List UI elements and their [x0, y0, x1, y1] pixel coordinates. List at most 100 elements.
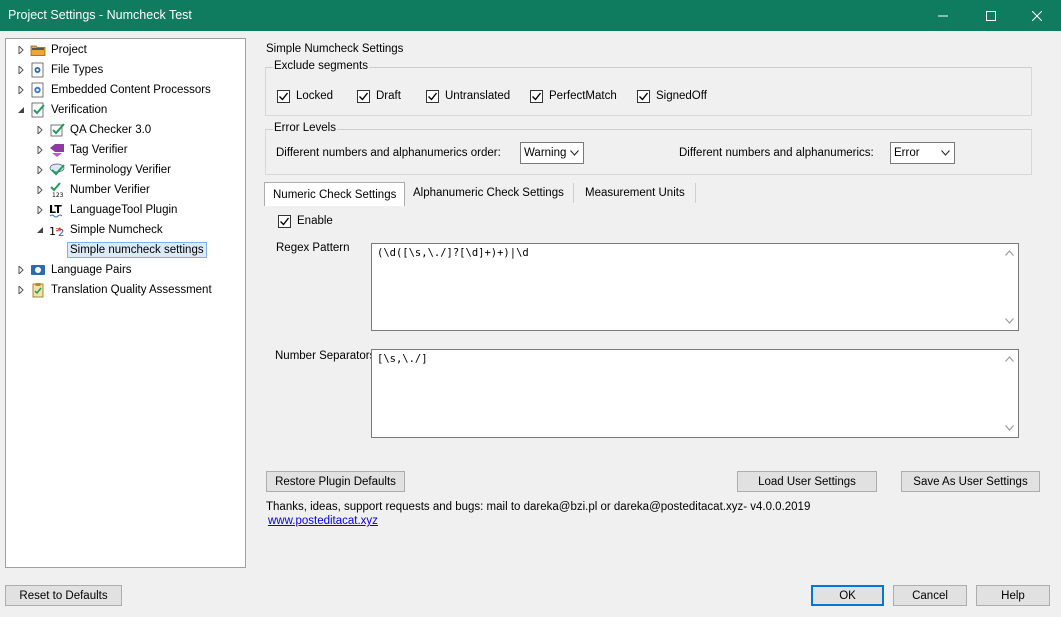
cancel-button[interactable]: Cancel	[893, 585, 967, 606]
perfectmatch-label: PerfectMatch	[549, 90, 617, 102]
clipboard-icon	[30, 282, 46, 298]
expand-arrow-icon[interactable]	[16, 285, 26, 295]
perfectmatch-checkbox[interactable]	[530, 90, 543, 103]
tree-item-number-verifier[interactable]: 123 Number Verifier	[35, 180, 150, 200]
alnum-level-select[interactable]: Error	[890, 142, 955, 164]
tab-alphanumeric-check-settings[interactable]: Alphanumeric Check Settings	[405, 182, 572, 204]
expand-arrow-icon[interactable]	[16, 45, 26, 55]
tree-item-file-types[interactable]: File Types	[16, 60, 103, 80]
expand-arrow-icon[interactable]	[35, 145, 45, 155]
number-separators-value: [\s,\./]	[377, 353, 428, 365]
file-gear-icon	[30, 62, 46, 78]
checkmark-icon	[532, 92, 542, 101]
tab-numeric-check-settings[interactable]: Numeric Check Settings	[264, 182, 406, 206]
support-info-text: Thanks, ideas, support requests and bugs…	[266, 501, 811, 513]
tree-item-label: LanguageTool Plugin	[70, 204, 178, 216]
tree-item-embedded-content[interactable]: Embedded Content Processors	[16, 80, 211, 100]
collapse-arrow-icon[interactable]	[35, 225, 45, 235]
scroll-up-icon[interactable]	[1001, 352, 1018, 366]
ok-button[interactable]: OK	[811, 585, 884, 606]
number-separators-label: Number Separators	[275, 350, 376, 362]
number-separators-input[interactable]: [\s,\./]	[371, 349, 1019, 438]
tree-item-terminology-verifier[interactable]: Terminology Verifier	[35, 160, 171, 180]
tree-item-project[interactable]: Project	[16, 40, 87, 60]
title-bar: Project Settings - Numcheck Test	[0, 0, 1061, 31]
close-icon	[1032, 10, 1042, 21]
tab-label: Measurement Units	[585, 187, 685, 199]
tree-item-tag-verifier[interactable]: Tag Verifier	[35, 140, 128, 160]
check-doc-icon	[30, 102, 46, 118]
signedoff-checkbox[interactable]	[637, 90, 650, 103]
expand-arrow-icon[interactable]	[35, 205, 45, 215]
tag-icon	[49, 142, 65, 158]
number-check-icon: 123	[49, 182, 65, 198]
collapse-arrow-icon[interactable]	[16, 105, 26, 115]
load-user-settings-button[interactable]: Load User Settings	[737, 471, 877, 492]
order-level-select[interactable]: Warning	[520, 142, 584, 164]
expand-arrow-icon[interactable]	[35, 185, 45, 195]
enable-label: Enable	[297, 215, 333, 227]
checkmark-icon	[279, 92, 289, 101]
reset-to-defaults-label: Reset to Defaults	[19, 589, 108, 602]
tree-item-label: File Types	[51, 64, 104, 76]
checkmark-icon	[280, 217, 290, 226]
maximize-icon	[986, 10, 996, 21]
untranslated-checkbox[interactable]	[426, 90, 439, 103]
expand-arrow-icon[interactable]	[16, 85, 26, 95]
checkmark-icon	[359, 92, 369, 101]
scroll-up-icon[interactable]	[1001, 246, 1018, 260]
tree-item-languagetool[interactable]: LT LanguageTool Plugin	[35, 200, 177, 220]
scroll-down-icon[interactable]	[1001, 421, 1018, 435]
exclude-segments-title: Exclude segments	[273, 60, 369, 72]
locked-label: Locked	[296, 90, 334, 102]
reset-to-defaults-button[interactable]: Reset to Defaults	[5, 585, 122, 606]
expand-arrow-icon[interactable]	[16, 265, 26, 275]
minimize-icon	[938, 15, 948, 16]
close-button[interactable]	[1014, 0, 1060, 31]
svg-text:2: 2	[58, 228, 64, 238]
website-link[interactable]: www.posteditacat.xyz	[268, 515, 378, 527]
tree-item-verification[interactable]: Verification	[16, 100, 107, 120]
tree-item-language-pairs[interactable]: Language Pairs	[16, 260, 132, 280]
save-user-settings-button[interactable]: Save As User Settings	[901, 471, 1040, 492]
tab-separator	[695, 183, 696, 203]
tab-label: Alphanumeric Check Settings	[413, 187, 564, 199]
expand-arrow-icon[interactable]	[16, 65, 26, 75]
help-button[interactable]: Help	[976, 585, 1050, 606]
tab-measurement-units[interactable]: Measurement Units	[577, 182, 693, 204]
page-title: Simple Numcheck Settings	[266, 43, 404, 55]
regex-pattern-label: Regex Pattern	[276, 242, 350, 254]
regex-pattern-input[interactable]: (\d([\s,\./]?[\d]+)+)|\d	[371, 243, 1019, 331]
error-levels-title: Error Levels	[273, 122, 337, 134]
language-pairs-icon	[30, 262, 46, 278]
alnum-level-label: Different numbers and alphanumerics:	[679, 147, 874, 159]
chevron-down-icon	[566, 143, 583, 163]
terminology-icon	[49, 162, 65, 178]
expand-arrow-icon[interactable]	[35, 165, 45, 175]
checkmark-icon	[639, 92, 649, 101]
maximize-button[interactable]	[968, 0, 1014, 31]
tree-item-tqa[interactable]: Translation Quality Assessment	[16, 280, 212, 300]
draft-checkbox[interactable]	[357, 90, 370, 103]
tree-item-label: Simple Numcheck	[70, 224, 163, 236]
order-level-value: Warning	[524, 147, 567, 159]
locked-checkbox[interactable]	[277, 90, 290, 103]
scrollbar[interactable]	[1001, 244, 1018, 330]
tree-item-label: Translation Quality Assessment	[51, 284, 212, 296]
minimize-button[interactable]	[920, 0, 966, 31]
enable-checkbox[interactable]	[278, 215, 291, 228]
tree-item-qa-checker[interactable]: QA Checker 3.0	[35, 120, 151, 140]
tree-item-label: Project	[51, 44, 87, 56]
tree-item-label: Terminology Verifier	[70, 164, 171, 176]
expand-arrow-icon[interactable]	[35, 125, 45, 135]
scroll-down-icon[interactable]	[1001, 314, 1018, 328]
regex-pattern-value: (\d([\s,\./]?[\d]+)+)|\d	[377, 247, 529, 259]
restore-plugin-defaults-button[interactable]: Restore Plugin Defaults	[266, 471, 405, 492]
scrollbar[interactable]	[1001, 350, 1018, 437]
settings-tree[interactable]: Project File Types Embedded Content Proc…	[5, 38, 246, 568]
numcheck-icon: 1 ≠ 2	[49, 222, 65, 238]
alnum-level-value: Error	[894, 147, 920, 159]
tree-item-simple-numcheck[interactable]: 1 ≠ 2 Simple Numcheck	[35, 220, 163, 240]
tree-item-label: Language Pairs	[51, 264, 132, 276]
tree-item-simple-numcheck-settings[interactable]: Simple numcheck settings	[67, 240, 207, 260]
